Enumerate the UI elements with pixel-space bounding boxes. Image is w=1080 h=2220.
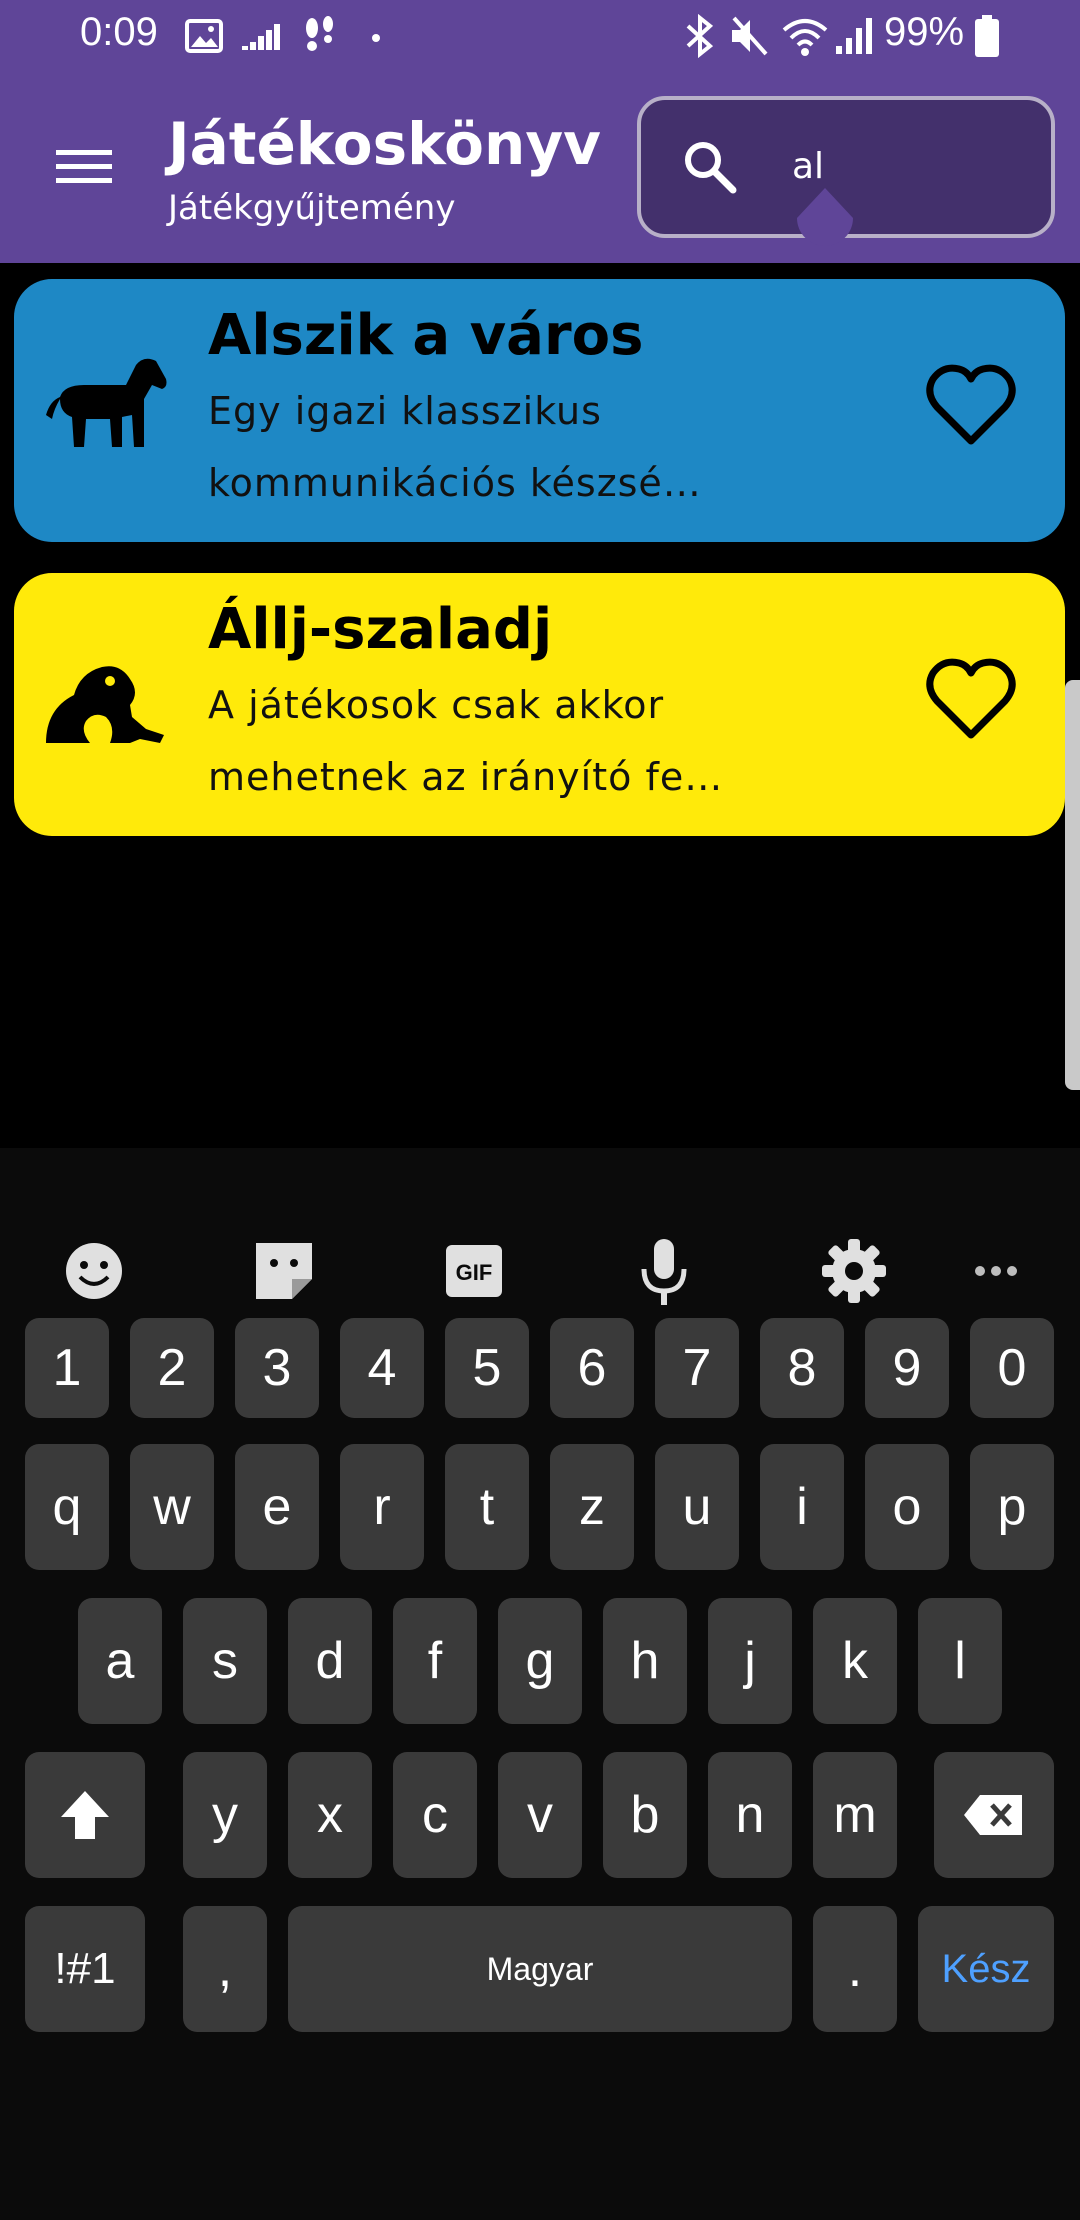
gif-icon[interactable]: GIF xyxy=(434,1231,514,1311)
game-description: Egy igazi klasszikus kommunikációs készs… xyxy=(208,389,702,505)
microphone-icon[interactable] xyxy=(624,1231,704,1311)
on-screen-keyboard: GIF 1 2 3 4 5 6 7 8 9 0 q w e r t z u i … xyxy=(0,1148,1080,2220)
space-key[interactable]: Magyar xyxy=(288,1906,792,2032)
key-0[interactable]: 0 xyxy=(970,1318,1054,1418)
signal-icon xyxy=(836,18,872,54)
key-h[interactable]: h xyxy=(603,1598,687,1724)
done-key[interactable]: Kész xyxy=(918,1906,1054,2032)
key-t[interactable]: t xyxy=(445,1444,529,1570)
key-x[interactable]: x xyxy=(288,1752,372,1878)
key-c[interactable]: c xyxy=(393,1752,477,1878)
game-title: Alszik a város xyxy=(208,303,644,368)
key-q[interactable]: q xyxy=(25,1444,109,1570)
key-d[interactable]: d xyxy=(288,1598,372,1724)
game-card[interactable]: Állj-szaladj A játékosok csak akkor mehe… xyxy=(14,573,1065,836)
bluetooth-icon xyxy=(686,14,714,58)
game-card[interactable]: Alszik a város Egy igazi klasszikus komm… xyxy=(14,279,1065,542)
battery-icon xyxy=(975,15,999,57)
favorite-heart-icon[interactable] xyxy=(923,651,1019,747)
image-notification-icon xyxy=(185,19,223,53)
mute-icon xyxy=(732,16,768,56)
key-j[interactable]: j xyxy=(708,1598,792,1724)
key-z[interactable]: z xyxy=(550,1444,634,1570)
key-y[interactable]: y xyxy=(183,1752,267,1878)
key-8[interactable]: 8 xyxy=(760,1318,844,1418)
key-g[interactable]: g xyxy=(498,1598,582,1724)
key-3[interactable]: 3 xyxy=(235,1318,319,1418)
backspace-icon xyxy=(964,1795,1022,1835)
hamburger-menu-icon xyxy=(56,150,112,183)
game-title: Állj-szaladj xyxy=(208,597,553,662)
key-2[interactable]: 2 xyxy=(130,1318,214,1418)
period-key[interactable]: . xyxy=(813,1906,897,2032)
key-o[interactable]: o xyxy=(865,1444,949,1570)
frog-icon xyxy=(46,666,164,743)
status-time: 0:09 xyxy=(80,10,158,54)
app-subtitle: Játékgyűjtemény xyxy=(168,188,456,228)
key-4[interactable]: 4 xyxy=(340,1318,424,1418)
search-icon xyxy=(685,142,737,194)
backspace-key[interactable] xyxy=(934,1752,1054,1878)
key-p[interactable]: p xyxy=(970,1444,1054,1570)
key-s[interactable]: s xyxy=(183,1598,267,1724)
key-9[interactable]: 9 xyxy=(865,1318,949,1418)
wifi-icon xyxy=(782,19,828,56)
key-5[interactable]: 5 xyxy=(445,1318,529,1418)
comma-key[interactable]: , xyxy=(183,1906,267,2032)
key-6[interactable]: 6 xyxy=(550,1318,634,1418)
app-title: Játékoskönyv xyxy=(168,110,601,178)
key-b[interactable]: b xyxy=(603,1752,687,1878)
settings-icon[interactable] xyxy=(814,1231,894,1311)
emoji-icon[interactable] xyxy=(54,1231,134,1311)
shift-arrow-icon xyxy=(61,1791,109,1839)
key-e[interactable]: e xyxy=(235,1444,319,1570)
key-w[interactable]: w xyxy=(130,1444,214,1570)
equalizer-notification-icon xyxy=(242,24,280,50)
search-value: al xyxy=(792,146,825,187)
key-m[interactable]: m xyxy=(813,1752,897,1878)
key-u[interactable]: u xyxy=(655,1444,739,1570)
horse-icon xyxy=(46,358,167,447)
text-cursor-handle[interactable] xyxy=(795,188,855,266)
battery-percentage: 99% xyxy=(884,10,965,54)
sticker-icon[interactable] xyxy=(244,1231,324,1311)
favorite-heart-icon[interactable] xyxy=(923,357,1019,453)
menu-button[interactable] xyxy=(40,130,128,202)
key-a[interactable]: a xyxy=(78,1598,162,1724)
dot-notification-icon xyxy=(372,34,380,42)
key-n[interactable]: n xyxy=(708,1752,792,1878)
status-bar: 0:09 99% xyxy=(0,0,1080,72)
key-l[interactable]: l xyxy=(918,1598,1002,1724)
footsteps-notification-icon xyxy=(306,16,333,51)
shift-key[interactable] xyxy=(25,1752,145,1878)
key-v[interactable]: v xyxy=(498,1752,582,1878)
more-icon[interactable] xyxy=(956,1231,1036,1311)
game-description: A játékosok csak akkor mehetnek az irány… xyxy=(208,683,724,799)
gif-label: GIF xyxy=(456,1260,493,1285)
symbols-key[interactable]: !#1 xyxy=(25,1906,145,2032)
key-i[interactable]: i xyxy=(760,1444,844,1570)
key-k[interactable]: k xyxy=(813,1598,897,1724)
key-f[interactable]: f xyxy=(393,1598,477,1724)
scrollbar-thumb[interactable] xyxy=(1065,680,1080,1090)
key-r[interactable]: r xyxy=(340,1444,424,1570)
key-1[interactable]: 1 xyxy=(25,1318,109,1418)
key-7[interactable]: 7 xyxy=(655,1318,739,1418)
